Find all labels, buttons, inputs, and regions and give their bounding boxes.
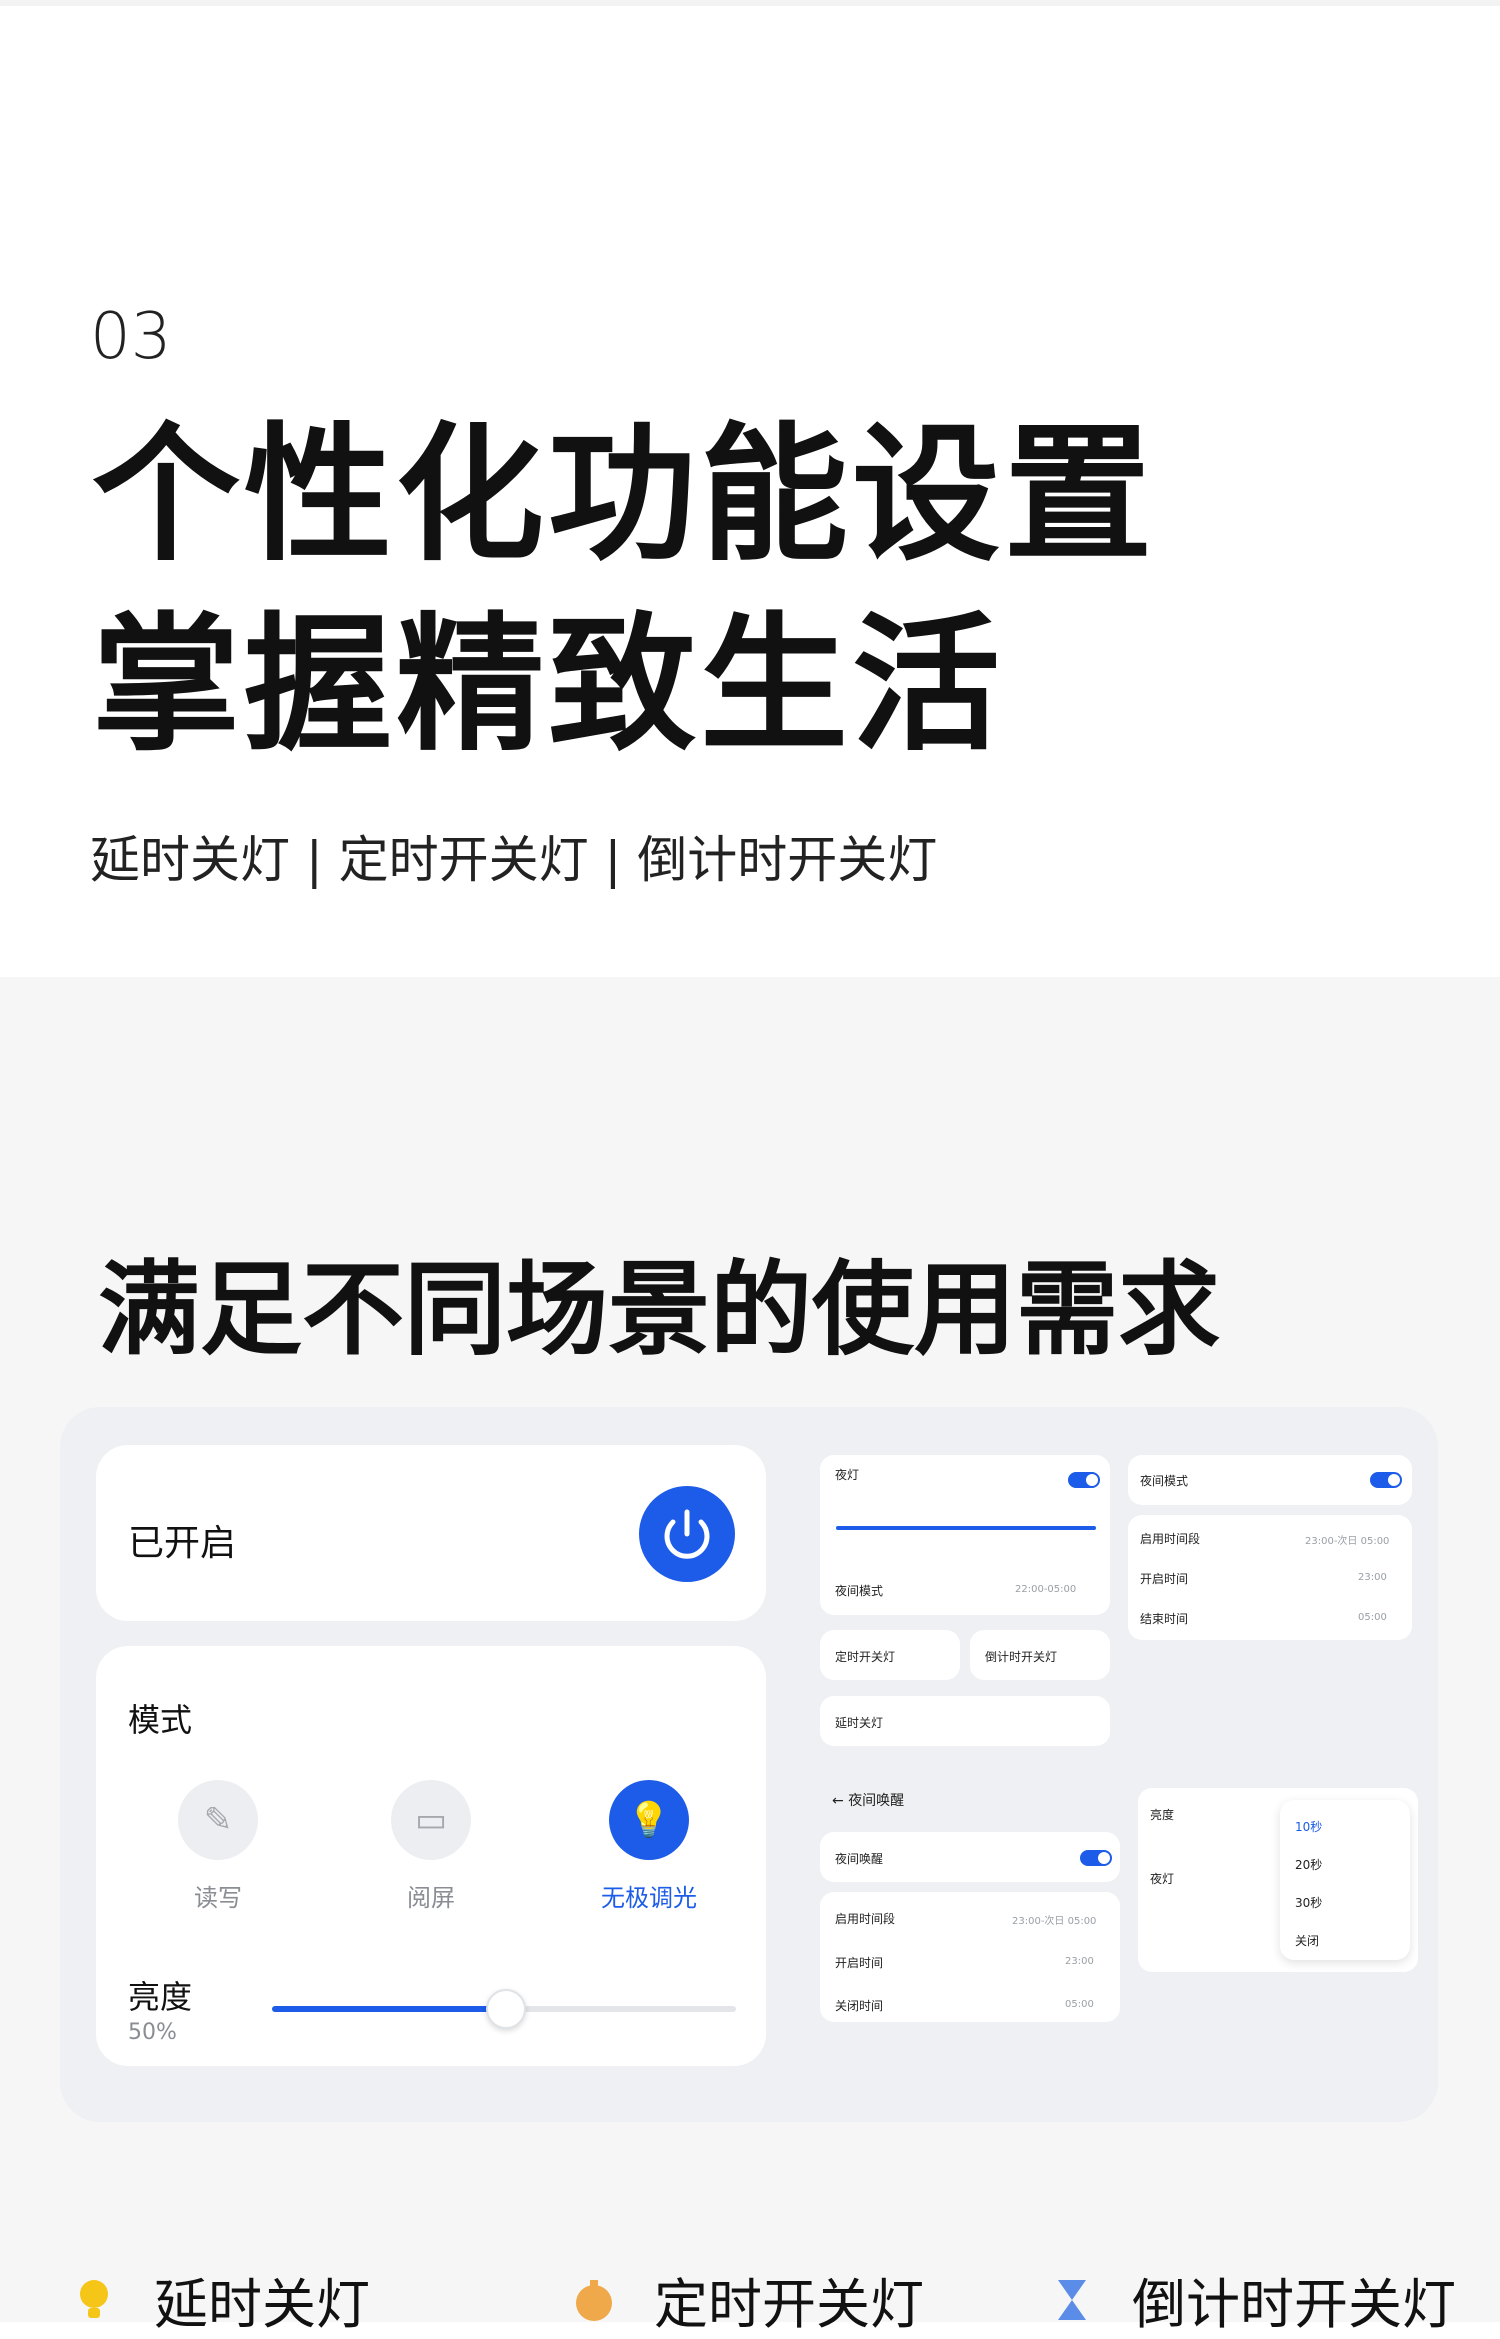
- mini-on-label: 开启时间: [1140, 1572, 1189, 1586]
- mini-period2-value: 23:00-次日 05:00: [1012, 1916, 1097, 1927]
- feature-countdown: 倒计时开关灯: [1048, 2260, 1456, 2339]
- mini-timer-label: 定时开关灯: [835, 1650, 896, 1664]
- hourglass-icon: [1058, 2279, 1086, 2320]
- feature-timer-label: 定时开关灯: [654, 2273, 924, 2336]
- power-icon: [664, 1509, 710, 1559]
- mini-on-value: 23:00: [1358, 1572, 1387, 1583]
- mode-read-write-label: 读写: [194, 1884, 242, 1912]
- mini-off-label: 结束时间: [1140, 1612, 1189, 1626]
- mini-period2-label: 启用时间段: [835, 1912, 896, 1926]
- hero-section: 03 个性化功能设置 掌握精致生活 延时关灯 | 定时开关灯 | 倒计时开关灯: [0, 0, 1500, 977]
- mini-night-mode2-label: 夜间模式: [1140, 1474, 1189, 1488]
- timer-icon: [576, 2279, 612, 2321]
- hero-title: 个性化功能设置 掌握精致生活: [92, 400, 1156, 780]
- mini-night-mode-label: 夜间模式: [835, 1584, 884, 1598]
- mode-label: 模式: [128, 1701, 193, 1739]
- brightness-thumb[interactable]: [486, 1989, 526, 2029]
- feature-delay-off: 延时关灯: [70, 2260, 370, 2339]
- feature-timer: 定时开关灯: [570, 2260, 924, 2339]
- mode-screen-label: 阅屏: [407, 1884, 455, 1912]
- mini-option-20s[interactable]: 20秒: [1295, 1856, 1322, 1873]
- mini-option-off[interactable]: 关闭: [1295, 1932, 1319, 1949]
- feature-delay-off-label: 延时关灯: [154, 2273, 370, 2336]
- bulb-icon: [80, 2279, 108, 2318]
- hero-title-line2: 掌握精致生活: [92, 599, 1004, 771]
- mini-night-mode-toggle[interactable]: [1370, 1472, 1402, 1488]
- brightness-label: 亮度: [128, 1978, 193, 2016]
- mini-brightness-label: 亮度: [1150, 1808, 1175, 1822]
- mini-period-label: 启用时间段: [1140, 1532, 1201, 1546]
- mini-night-mode-time: 22:00-05:00: [1015, 1584, 1077, 1595]
- status-label: 已开启: [128, 1523, 237, 1564]
- mini-off2-value: 05:00: [1065, 1999, 1094, 2010]
- mini-option-10s[interactable]: 10秒: [1295, 1818, 1322, 1835]
- read-write-icon: ✎: [178, 1780, 258, 1860]
- brightness-fill: [272, 2006, 504, 2012]
- mini-night-light-toggle[interactable]: [1068, 1472, 1100, 1488]
- mode-screen[interactable]: ▭ 阅屏: [341, 1780, 521, 1913]
- screen-icon: ▭: [391, 1780, 471, 1860]
- mini-on2-label: 开启时间: [835, 1956, 884, 1970]
- bulb-icon: 💡: [609, 1780, 689, 1860]
- brightness-slider[interactable]: [272, 1989, 736, 2029]
- mini-off-value: 05:00: [1358, 1612, 1387, 1623]
- mini-option-30s[interactable]: 30秒: [1295, 1894, 1322, 1911]
- hero-subtitle: 延时关灯 | 定时开关灯 | 倒计时开关灯: [90, 831, 938, 889]
- mode-stepless-dimming[interactable]: 💡 无极调光: [559, 1780, 739, 1913]
- mini-night-light2-label: 夜灯: [1150, 1872, 1175, 1886]
- mini-night-wake-toggle[interactable]: [1080, 1850, 1112, 1866]
- mini-back[interactable]: ← 夜间唤醒: [832, 1790, 904, 1810]
- brightness-value: 50%: [128, 2020, 177, 2045]
- feature-countdown-label: 倒计时开关灯: [1132, 2273, 1456, 2336]
- section-number: 03: [90, 300, 172, 374]
- hero-title-line1: 个性化功能设置: [92, 409, 1156, 581]
- mini-period-value: 23:00-次日 05:00: [1305, 1536, 1390, 1547]
- mini-night-wake-label: 夜间唤醒: [835, 1852, 884, 1866]
- mini-off2-label: 关闭时间: [835, 1999, 884, 2013]
- mini-back-title: 夜间唤醒: [848, 1793, 905, 1809]
- mini-on2-value: 23:00: [1065, 1956, 1094, 1967]
- mini-night-light-label: 夜灯: [835, 1468, 860, 1482]
- section-title: 满足不同场景的使用需求: [98, 1251, 1220, 1370]
- mini-delay-label: 延时关灯: [835, 1716, 884, 1730]
- power-button[interactable]: [639, 1486, 735, 1582]
- mini-slider[interactable]: [836, 1526, 1096, 1530]
- mode-stepless-dimming-label: 无极调光: [601, 1884, 697, 1912]
- top-divider: [0, 0, 1500, 6]
- mini-countdown-label: 倒计时开关灯: [985, 1650, 1058, 1664]
- mode-read-write[interactable]: ✎ 读写: [128, 1780, 308, 1913]
